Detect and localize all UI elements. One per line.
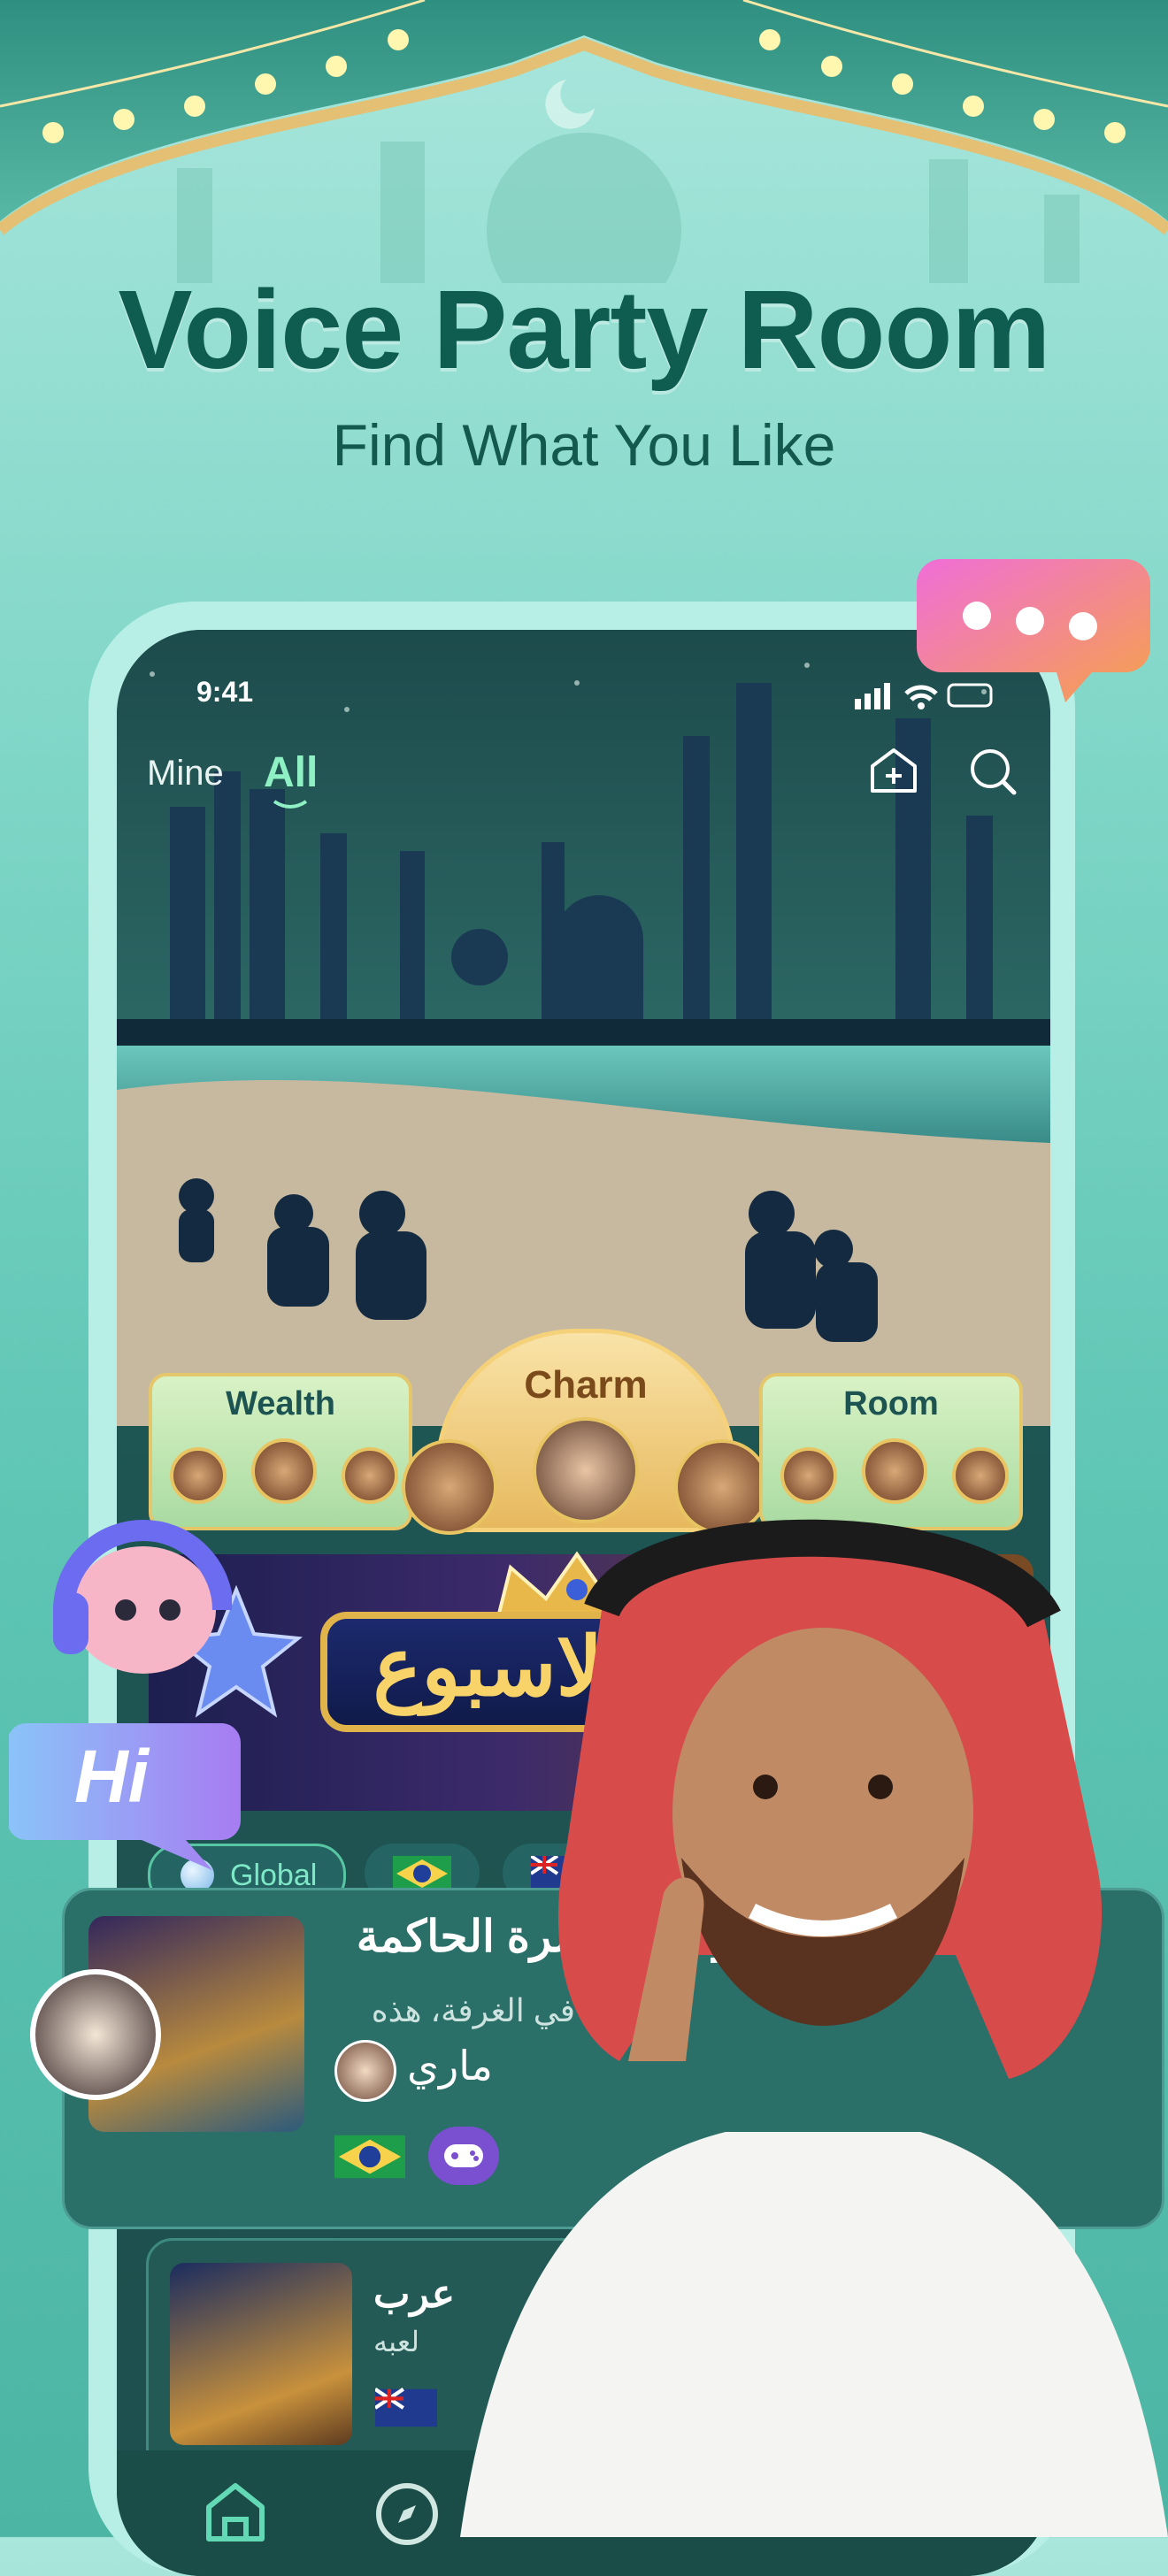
search-icon[interactable] [966, 745, 1019, 798]
avatar [862, 1438, 927, 1504]
tab-all[interactable]: All [264, 748, 318, 797]
room-rank-title: Room [843, 1385, 939, 1422]
wealth-rank-title: Wealth [226, 1385, 335, 1422]
owner-avatar [334, 2040, 396, 2102]
headphone-mascot-icon [53, 1520, 232, 1674]
page-title: Voice Party Room [118, 267, 1051, 392]
charm-rank-title: Charm [524, 1363, 648, 1407]
room-thumbnail-2 [170, 2263, 352, 2445]
room-title-2: عرب [373, 2273, 455, 2316]
brazil-flag-icon [334, 2135, 405, 2179]
compass-icon[interactable] [373, 2480, 441, 2548]
australia-flag-icon [375, 2388, 437, 2427]
chat-bubble-icon [917, 559, 1150, 702]
room-description-2: لعبه [373, 2326, 419, 2358]
tab-active-indicator [273, 800, 308, 809]
hi-bubble-text: Hi [74, 1735, 149, 1818]
host-avatar [30, 1969, 161, 2100]
tab-mine[interactable]: Mine [147, 754, 224, 794]
status-time: 9:41 [196, 676, 254, 708]
avatar [170, 1447, 227, 1504]
home-icon[interactable] [202, 2480, 269, 2542]
avatar [251, 1438, 317, 1504]
string-lights [0, 0, 1168, 143]
add-room-icon[interactable] [867, 745, 920, 798]
man-in-keffiyeh-photo [460, 1519, 1168, 2537]
page-subtitle: Find What You Like [332, 412, 836, 478]
brazil-flag-icon [393, 1856, 451, 1891]
avatar [342, 1447, 398, 1504]
